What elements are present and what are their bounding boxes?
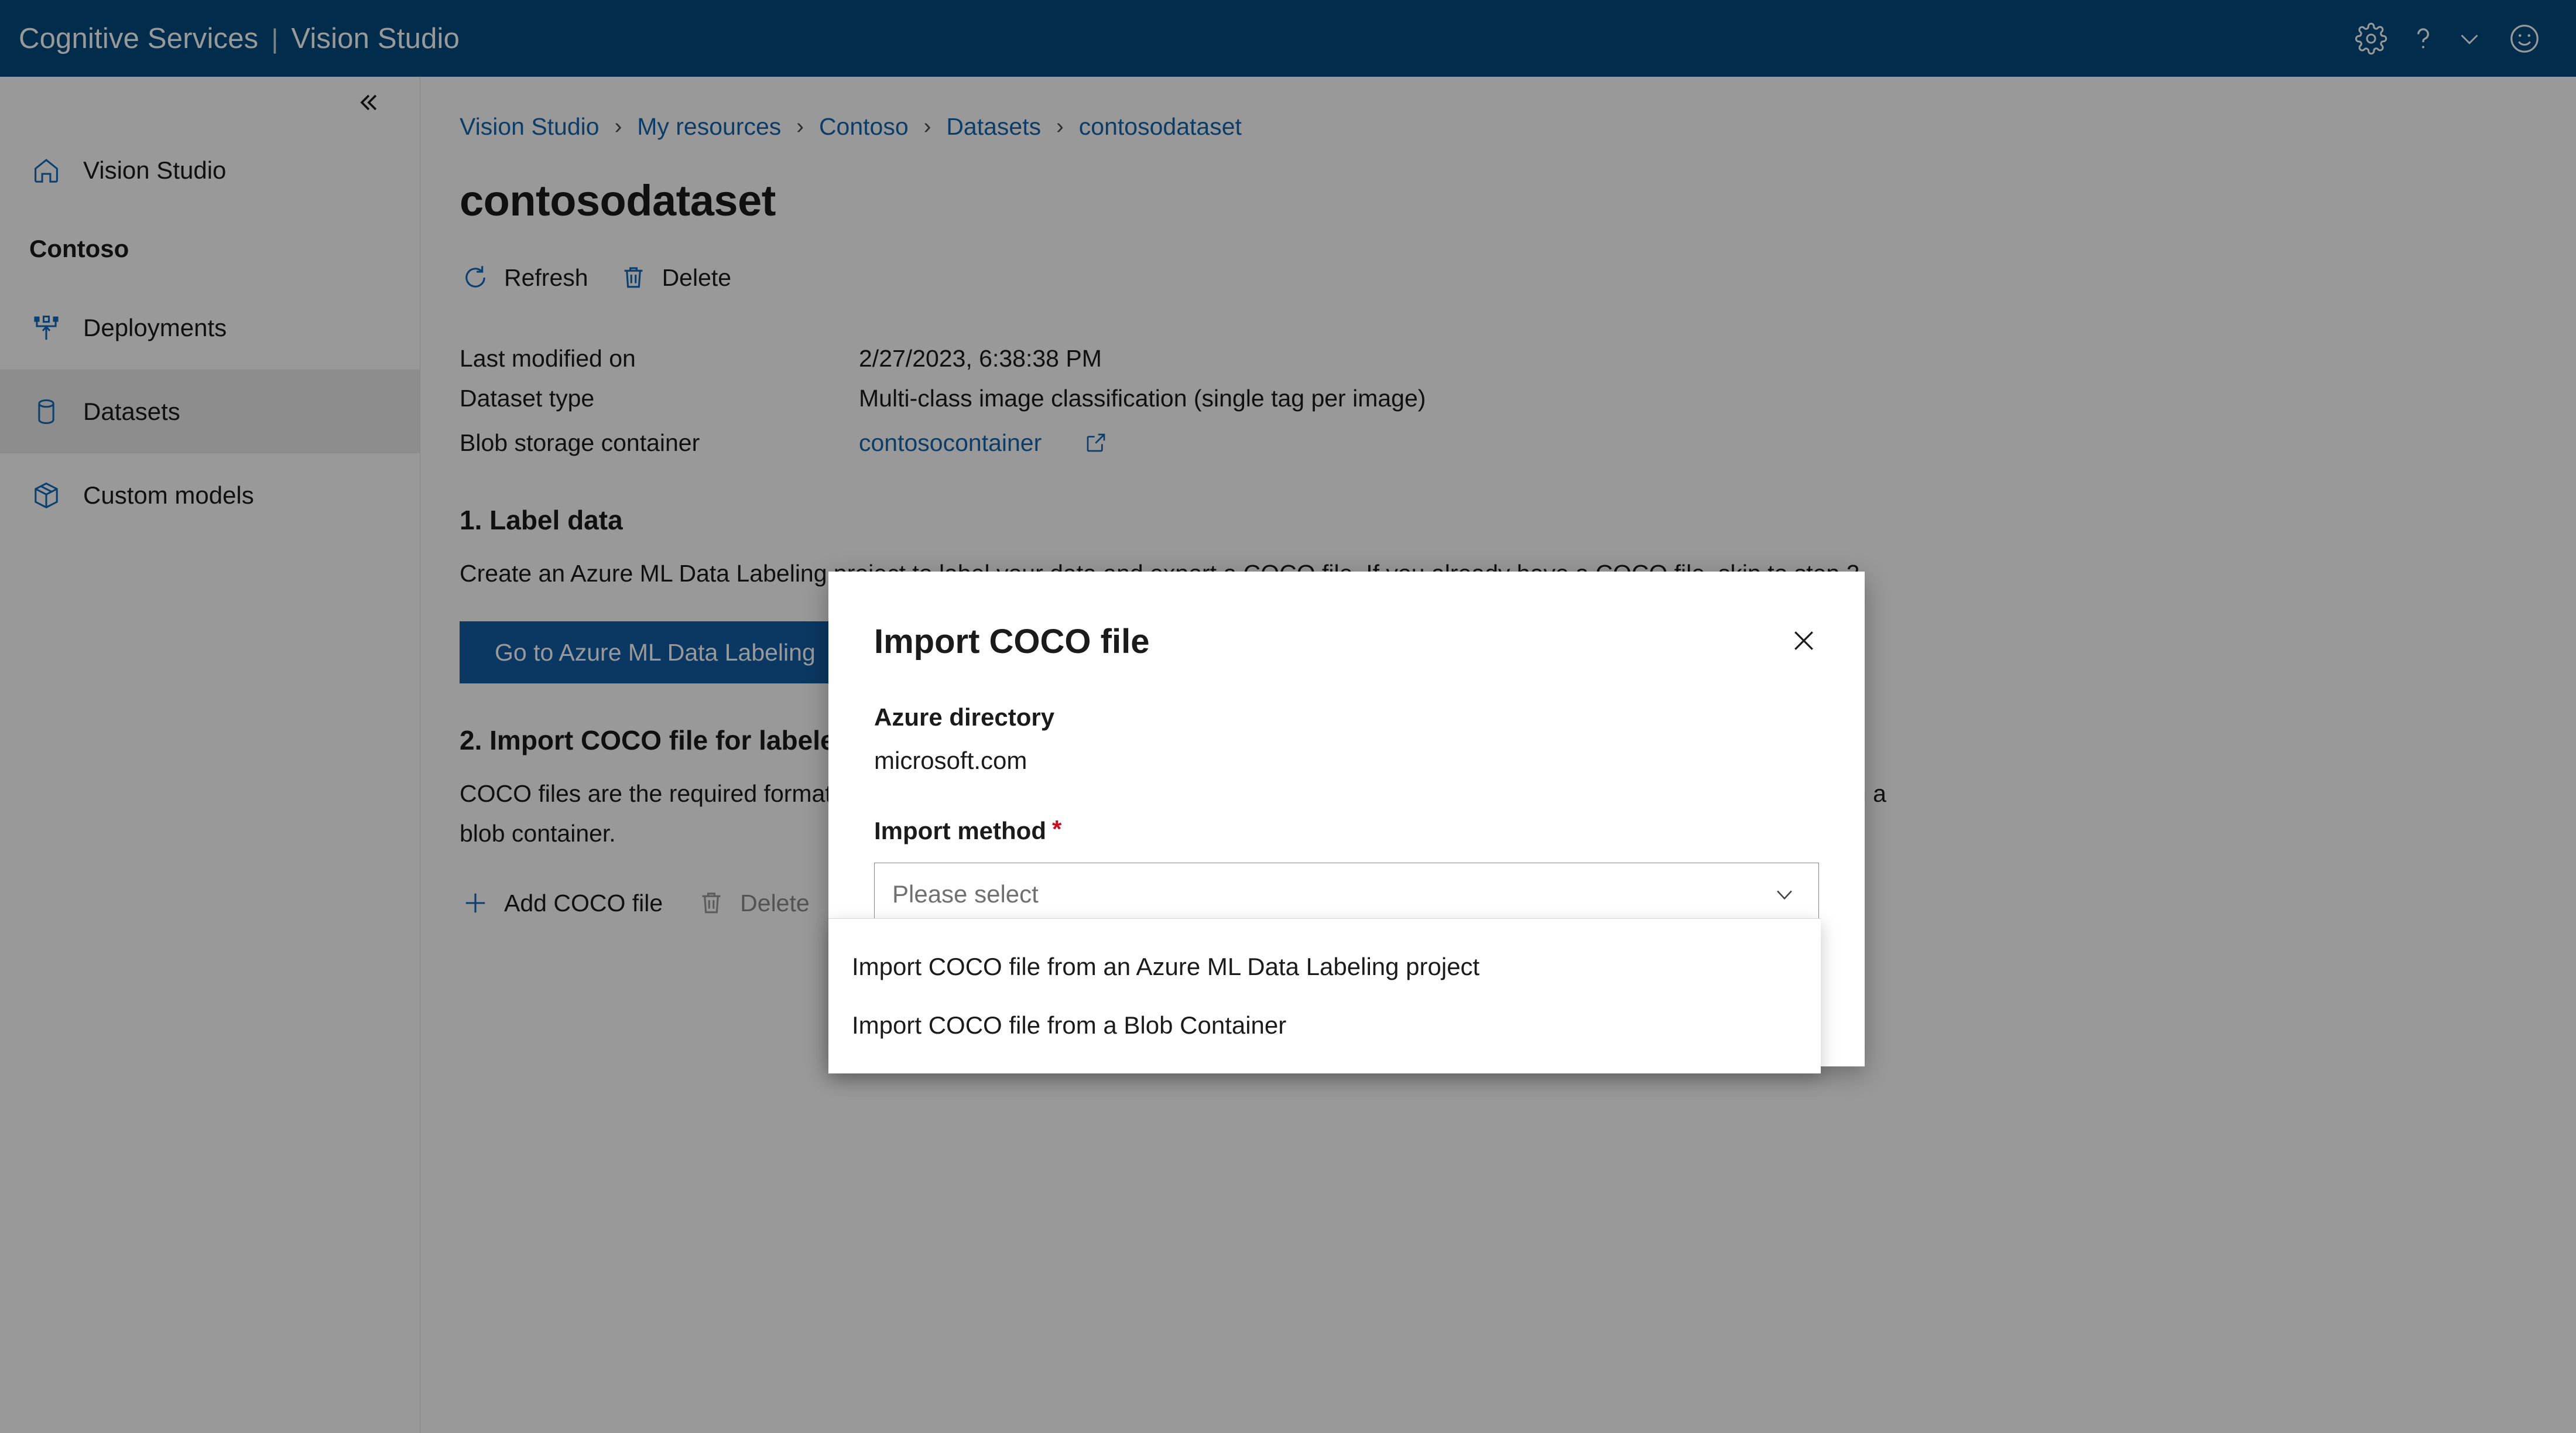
import-method-label-row: Import method * (874, 817, 1819, 845)
dropdown-option-blob-container[interactable]: Import COCO file from a Blob Container (828, 996, 1821, 1055)
import-method-select-placeholder: Please select (892, 880, 1039, 908)
import-method-select[interactable]: Please select (874, 863, 1819, 926)
app-root: Cognitive Services | Vision Studio Visio… (0, 0, 2576, 1433)
dialog-header: Import COCO file (828, 572, 1865, 661)
dialog-title: Import COCO file (874, 623, 1150, 661)
import-method-dropdown-list: Import COCO file from an Azure ML Data L… (828, 918, 1821, 1073)
chevron-down-icon (1770, 880, 1799, 908)
dropdown-option-azure-ml-labeling[interactable]: Import COCO file from an Azure ML Data L… (828, 938, 1821, 996)
close-icon[interactable] (1785, 622, 1823, 659)
required-marker: * (1051, 815, 1062, 843)
dialog-body: Azure directory microsoft.com Import met… (828, 703, 1865, 926)
import-method-label: Import method (874, 817, 1046, 844)
azure-directory-value: microsoft.com (874, 747, 1027, 774)
azure-directory-label: Azure directory (874, 703, 1055, 731)
